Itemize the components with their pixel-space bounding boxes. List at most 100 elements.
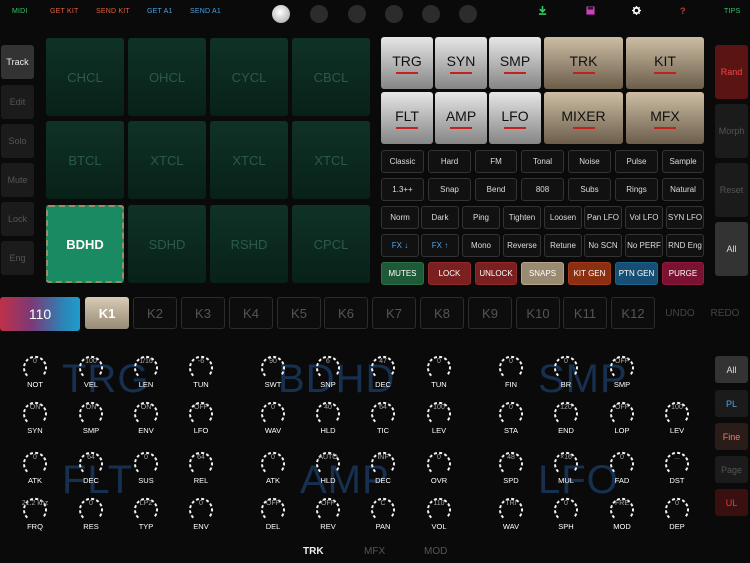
reset-button[interactable]: Reset: [715, 163, 748, 217]
kit-k12-button[interactable]: K12: [611, 297, 655, 329]
all-button[interactable]: All: [715, 222, 748, 276]
pad-cbcl[interactable]: CBCL: [292, 38, 370, 116]
sound-noise-button[interactable]: Noise: [568, 150, 611, 173]
snaps-button[interactable]: SNAPS: [521, 262, 564, 285]
knob-wav[interactable]: 0 WAV: [253, 398, 293, 440]
knob-tun[interactable]: -6 TUN: [181, 352, 221, 394]
tab-mod[interactable]: MOD: [424, 546, 447, 557]
knob-sph[interactable]: 0 SPH: [546, 494, 586, 536]
kit-k2-button[interactable]: K2: [133, 297, 177, 329]
sound-tonal-button[interactable]: Tonal: [521, 150, 564, 173]
help-icon[interactable]: ?: [680, 6, 686, 16]
page-dot-4[interactable]: [385, 5, 403, 23]
knob-env[interactable]: 0 ENV: [181, 494, 221, 536]
mod-mono-button[interactable]: Mono: [462, 234, 500, 257]
mod-rnd-eng-button[interactable]: RND Eng: [666, 234, 704, 257]
knob-lop[interactable]: OFF LOP: [602, 398, 642, 440]
knob-atk[interactable]: 0 ATK: [253, 448, 293, 490]
knob-len[interactable]: 1/16 LEN: [126, 352, 166, 394]
mod-loosen-button[interactable]: Loosen: [544, 206, 582, 229]
kit-k8-button[interactable]: K8: [420, 297, 464, 329]
kit-k7-button[interactable]: K7: [372, 297, 416, 329]
pad-ohcl[interactable]: OHCL: [128, 38, 206, 116]
mute-button[interactable]: Mute: [1, 163, 34, 197]
pad-xtcl-2[interactable]: XTCL: [210, 121, 288, 199]
pl-button[interactable]: PL: [715, 390, 748, 417]
knob-vol[interactable]: 110 VOL: [419, 494, 459, 536]
purge-button[interactable]: PURGE: [662, 262, 704, 285]
sound-snap-button[interactable]: Snap: [428, 178, 471, 201]
pad-btcl[interactable]: BTCL: [46, 121, 124, 199]
mode-lfo-button[interactable]: LFO: [489, 92, 541, 144]
mod-syn-lfo-button[interactable]: SYN LFO: [666, 206, 704, 229]
knob-syn[interactable]: ON SYN: [15, 398, 55, 440]
save-icon[interactable]: [586, 6, 595, 17]
knob-rev[interactable]: OFF REV: [308, 494, 348, 536]
lock-button[interactable]: Lock: [1, 202, 34, 236]
kit-k6-button[interactable]: K6: [324, 297, 368, 329]
pad-chcl[interactable]: CHCL: [46, 38, 124, 116]
page-button[interactable]: Page: [715, 456, 748, 483]
sound-rings-button[interactable]: Rings: [615, 178, 658, 201]
ptn-gen-button[interactable]: PTN GEN: [615, 262, 658, 285]
ul-button[interactable]: UL: [715, 489, 748, 516]
mod-pan-lfo-button[interactable]: Pan LFO: [584, 206, 622, 229]
sound-hard-button[interactable]: Hard: [428, 150, 471, 173]
knob-lev[interactable]: 100 LEV: [419, 398, 459, 440]
knob-hld[interactable]: 40 HLD: [308, 398, 348, 440]
knob-smp[interactable]: OFF SMP: [602, 352, 642, 394]
send-kit-link[interactable]: SEND KIT: [96, 8, 130, 15]
mod-tighten-button[interactable]: Tighten: [503, 206, 541, 229]
mode-mfx-button[interactable]: MFX: [626, 92, 704, 144]
knob-wav[interactable]: TRI WAV: [491, 494, 531, 536]
page-dot-1[interactable]: [272, 5, 290, 23]
mode-kit-button[interactable]: KIT: [626, 37, 704, 89]
send-a1-link[interactable]: SEND A1: [190, 8, 221, 15]
knob-br[interactable]: 0 BR: [546, 352, 586, 394]
mode-trg-button[interactable]: TRG: [381, 37, 433, 89]
pad-bdhd[interactable]: BDHD: [46, 205, 124, 283]
track-button[interactable]: Track: [1, 45, 34, 79]
all-params-button[interactable]: All: [715, 356, 748, 383]
knob-frq[interactable]: 21.2 khz FRQ: [15, 494, 55, 536]
rand-button[interactable]: Rand: [715, 45, 748, 99]
knob-mul[interactable]: ×16 MUL: [546, 448, 586, 490]
tips-link[interactable]: TIPS: [724, 8, 740, 15]
knob-pan[interactable]: C PAN: [363, 494, 403, 536]
knob-snp[interactable]: 6 SNP: [308, 352, 348, 394]
fine-button[interactable]: Fine: [715, 423, 748, 450]
kit-k5-button[interactable]: K5: [277, 297, 321, 329]
knob-dep[interactable]: 0 DEP: [657, 494, 697, 536]
eng-button[interactable]: Eng: [1, 241, 34, 275]
pad-cycl[interactable]: CYCL: [210, 38, 288, 116]
knob-res[interactable]: 0 RES: [71, 494, 111, 536]
pad-xtcl-1[interactable]: XTCL: [128, 121, 206, 199]
page-dot-6[interactable]: [459, 5, 477, 23]
lock-action-button[interactable]: LOCK: [428, 262, 471, 285]
knob-rel[interactable]: 64 REL: [181, 448, 221, 490]
tab-trk[interactable]: TRK: [303, 546, 324, 557]
knob-dst[interactable]: ... DST: [657, 448, 697, 490]
knob-dec[interactable]: 47 DEC: [363, 352, 403, 394]
kit-k9-button[interactable]: K9: [468, 297, 512, 329]
midi-link[interactable]: MIDI: [12, 8, 28, 15]
knob-env[interactable]: ON ENV: [126, 398, 166, 440]
knob-fad[interactable]: 0 FAD: [602, 448, 642, 490]
knob-dec[interactable]: INF DEC: [363, 448, 403, 490]
kit-gen-button[interactable]: KIT GEN: [568, 262, 611, 285]
knob-end[interactable]: 120 END: [546, 398, 586, 440]
tab-mfx[interactable]: MFX: [364, 546, 385, 557]
mod-retune-button[interactable]: Retune: [544, 234, 582, 257]
mod-reverse-button[interactable]: Reverse: [503, 234, 541, 257]
mode-amp-button[interactable]: AMP: [435, 92, 487, 144]
kit-k4-button[interactable]: K4: [229, 297, 273, 329]
sound-bend-button[interactable]: Bend: [475, 178, 517, 201]
sound-sample-button[interactable]: Sample: [662, 150, 704, 173]
knob-swt[interactable]: 90 SWT: [253, 352, 293, 394]
gear-icon[interactable]: [632, 6, 641, 17]
redo-button[interactable]: REDO: [703, 297, 747, 329]
knob-atk[interactable]: 0 ATK: [15, 448, 55, 490]
knob-vel[interactable]: 100 VEL: [71, 352, 111, 394]
knob-dec[interactable]: 64 DEC: [71, 448, 111, 490]
download-icon[interactable]: [538, 6, 547, 17]
